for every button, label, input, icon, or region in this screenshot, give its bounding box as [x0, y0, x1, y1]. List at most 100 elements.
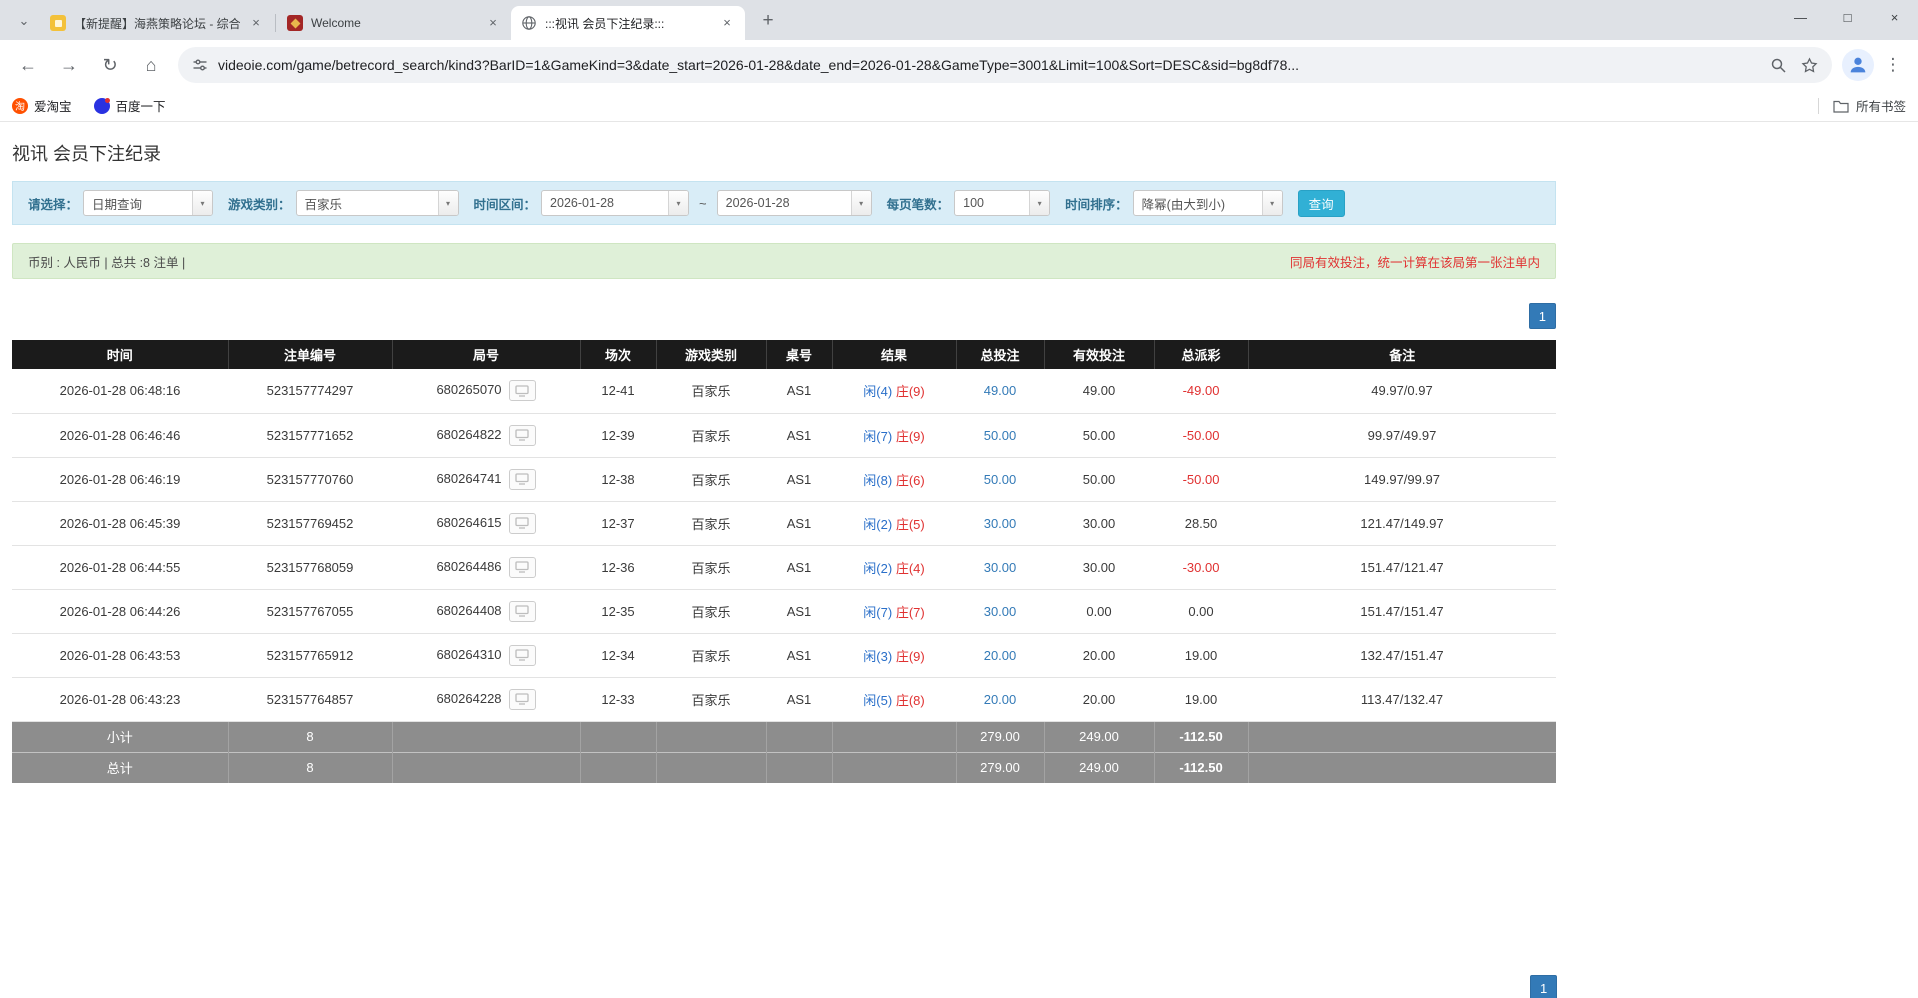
page-1-button[interactable]: 1 — [1530, 975, 1558, 998]
bookmark-label: 百度一下 — [115, 100, 166, 114]
round-no-text: 680264228 — [436, 690, 502, 706]
round-no-text: 680264822 — [436, 426, 502, 442]
table-row: 2026-01-28 06:46:19 523157770760 6802647… — [12, 457, 1556, 502]
table-row: 2026-01-28 06:44:26 523157767055 6802644… — [12, 589, 1556, 634]
cell-result: 闲(8) 庄(6) — [832, 457, 956, 502]
cell-session: 12-38 — [580, 457, 656, 502]
query-type-select[interactable]: 日期查询 ▾ — [83, 190, 214, 216]
subtotal-row: 小计 8 279.00 249.00 -112.50 — [12, 720, 1556, 752]
subtotal-total-bet: 279.00 — [956, 720, 1045, 752]
result-banker: 庄(9) — [895, 384, 925, 400]
tab-title: Welcome — [311, 16, 361, 30]
search-button[interactable]: 查询 — [1297, 189, 1345, 217]
tab-welcome[interactable]: Welcome × — [277, 6, 511, 40]
cell-time: 2026-01-28 06:43:53 — [12, 633, 228, 678]
subtotal-payout: -112.50 — [1154, 720, 1249, 752]
back-button[interactable]: ← — [10, 47, 46, 83]
page-content: 视讯 会员下注纪录 请选择： 日期查询 ▾ 游戏类别： 百家乐 ▾ 时间区间： … — [0, 122, 1918, 998]
video-replay-button[interactable] — [508, 688, 536, 710]
home-button[interactable]: ⌂ — [133, 47, 169, 83]
cell-empty — [832, 720, 957, 752]
all-bookmarks-label: 所有书签 — [1855, 100, 1906, 114]
bookmark-taobao[interactable]: 淘 爱淘宝 — [12, 96, 72, 115]
cell-result: 闲(7) 庄(9) — [832, 413, 956, 458]
window-close-button[interactable]: × — [1871, 0, 1918, 34]
cell-bet-no: 523157764857 — [228, 677, 392, 722]
tab-bet-records-active[interactable]: :::视讯 会员下注纪录::: × — [511, 6, 745, 40]
result-banker: 庄(7) — [895, 604, 925, 620]
cell-valid-bet: 30.00 — [1044, 501, 1154, 546]
filter-bar: 请选择： 日期查询 ▾ 游戏类别： 百家乐 ▾ 时间区间： 2026-01-28… — [12, 181, 1556, 225]
cell-game: 百家乐 — [656, 633, 766, 678]
column-header: 时间 — [12, 340, 229, 369]
bookmark-baidu[interactable]: 百度一下 — [93, 96, 166, 115]
total-label: 总计 — [12, 751, 229, 783]
column-header: 局号 — [392, 340, 581, 369]
select-type-label: 请选择： — [28, 197, 79, 212]
game-type-select[interactable]: 百家乐 ▾ — [295, 190, 459, 216]
round-no-text: 680265070 — [436, 382, 502, 398]
sort-select[interactable]: 降幂(由大到小) ▾ — [1132, 190, 1283, 216]
tab-strip: ⌄ 【新提醒】海燕策略论坛 - 综合... × Welcome × :::视讯 … — [0, 0, 1918, 40]
tab-close-icon[interactable]: × — [485, 15, 501, 31]
subtotal-count: 8 — [228, 720, 393, 752]
cell-game: 百家乐 — [656, 589, 766, 634]
cell-valid-bet: 49.00 — [1044, 369, 1154, 414]
maximize-button[interactable]: □ — [1824, 0, 1871, 34]
video-replay-button[interactable] — [508, 468, 536, 490]
cell-bet-no: 523157774297 — [228, 369, 392, 414]
date-end-input[interactable]: 2026-01-28 ▾ — [716, 190, 872, 216]
cell-empty — [832, 751, 957, 783]
cell-table-no: AS1 — [766, 413, 832, 458]
cell-empty — [580, 720, 657, 752]
tab-close-icon[interactable]: × — [248, 15, 264, 31]
welcome-favicon-icon — [287, 15, 303, 31]
cell-game: 百家乐 — [656, 457, 766, 502]
chevron-down-icon: ▾ — [437, 191, 458, 215]
video-replay-button[interactable] — [508, 380, 536, 402]
cell-session: 12-35 — [580, 589, 656, 634]
result-player: 闲(2) — [863, 560, 893, 576]
video-replay-button[interactable] — [508, 512, 536, 534]
address-bar[interactable]: videoie.com/game/betrecord_search/kind3?… — [178, 47, 1832, 83]
bookmark-star-icon[interactable] — [1801, 56, 1818, 74]
video-replay-button[interactable] — [508, 644, 536, 666]
tab-title: 【新提醒】海燕策略论坛 - 综合... — [74, 16, 240, 31]
profile-avatar[interactable] — [1842, 49, 1874, 81]
tab-search-chevron-icon[interactable]: ⌄ — [10, 7, 38, 35]
cell-game: 百家乐 — [656, 413, 766, 458]
forward-button[interactable]: → — [51, 47, 87, 83]
cell-time: 2026-01-28 06:48:16 — [12, 369, 228, 414]
video-replay-button[interactable] — [508, 600, 536, 622]
cell-total-bet: 20.00 — [956, 677, 1044, 722]
all-bookmarks-button[interactable]: 所有书签 — [1833, 96, 1906, 115]
zoom-icon[interactable] — [1770, 57, 1787, 74]
video-replay-button[interactable] — [508, 556, 536, 578]
tab-close-icon[interactable]: × — [719, 15, 735, 31]
round-no-text: 680264615 — [436, 514, 502, 530]
video-replay-button[interactable] — [508, 424, 536, 446]
cell-payout: -50.00 — [1154, 457, 1248, 502]
per-page-input[interactable]: 100 ▾ — [954, 190, 1051, 216]
site-settings-icon[interactable] — [192, 57, 208, 73]
cell-round-no: 680264822 — [392, 413, 580, 458]
table-row: 2026-01-28 06:48:16 523157774297 6802650… — [12, 369, 1556, 414]
tab-forum[interactable]: 【新提醒】海燕策略论坛 - 综合... × — [40, 6, 274, 40]
cell-remark: 99.97/49.97 — [1248, 413, 1556, 458]
cell-result: 闲(2) 庄(5) — [832, 501, 956, 546]
chevron-down-icon: ▾ — [850, 191, 871, 215]
result-player: 闲(2) — [863, 516, 893, 532]
cell-empty — [1248, 751, 1556, 783]
url-text[interactable]: videoie.com/game/betrecord_search/kind3?… — [218, 57, 1756, 73]
page-1-button[interactable]: 1 — [1528, 303, 1556, 329]
pagination-bottom: 1 — [1530, 975, 1558, 998]
minimize-button[interactable]: — — [1777, 0, 1824, 34]
browser-menu-icon[interactable]: ⋮ — [1878, 55, 1908, 75]
cell-time: 2026-01-28 06:44:26 — [12, 589, 228, 634]
cell-game: 百家乐 — [656, 501, 766, 546]
new-tab-button[interactable]: + — [754, 7, 782, 35]
cell-bet-no: 523157771652 — [228, 413, 392, 458]
date-start-input[interactable]: 2026-01-28 ▾ — [541, 190, 690, 216]
cell-bet-no: 523157767055 — [228, 589, 392, 634]
refresh-button[interactable]: ↻ — [92, 47, 128, 83]
